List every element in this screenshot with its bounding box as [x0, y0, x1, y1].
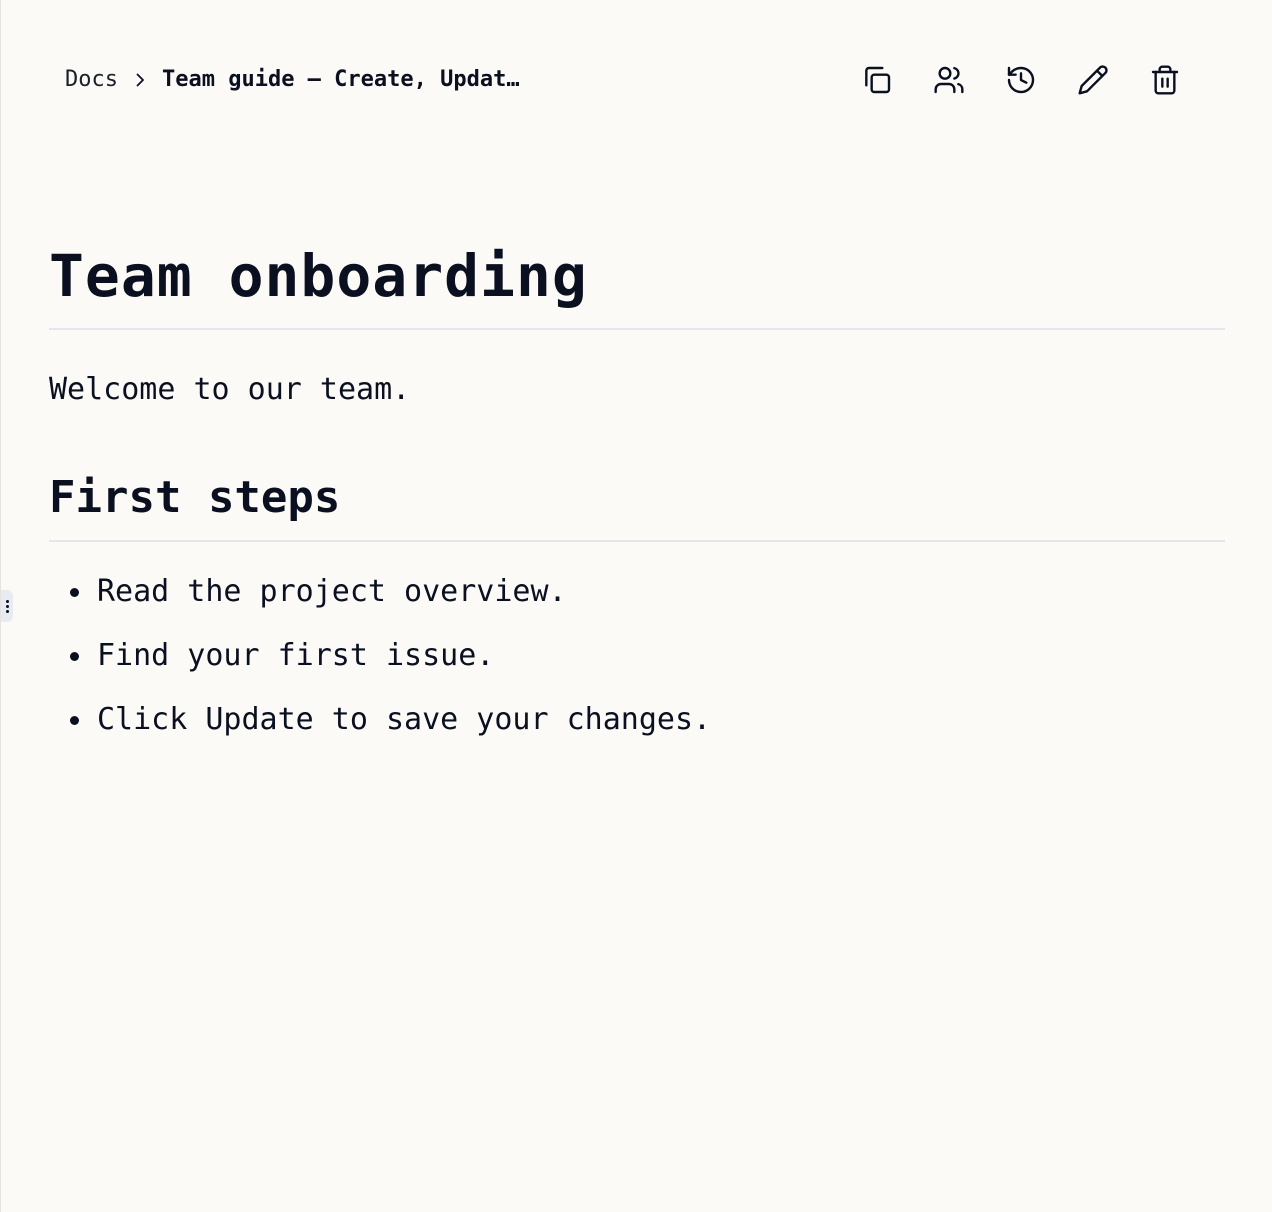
- top-bar: Docs Team guide — Create, Updat…: [1, 0, 1272, 160]
- breadcrumb-current-page: Team guide — Create, Updat…: [161, 67, 520, 92]
- intro-paragraph: Welcome to our team.: [49, 372, 411, 407]
- users-icon: [934, 66, 964, 94]
- chevron-right-icon: [118, 64, 162, 96]
- copy-icon: [865, 66, 891, 94]
- delete-button[interactable]: [1141, 56, 1189, 104]
- section-heading: First steps: [49, 470, 1225, 542]
- document-toolbar: [853, 56, 1189, 104]
- drag-dot: [5, 599, 9, 603]
- list-item: Read the project overview.: [70, 572, 1225, 612]
- pencil-icon: [1078, 65, 1108, 95]
- list-item: Click Update to save your changes.: [70, 700, 1225, 740]
- bullet-icon: [70, 588, 79, 597]
- drag-dot: [5, 609, 9, 613]
- bullet-icon: [70, 652, 79, 661]
- list-item-text: Click Update to save your changes.: [97, 702, 712, 737]
- list-item: Find your first issue.: [70, 636, 1225, 676]
- list-item-text: Find your first issue.: [97, 638, 495, 673]
- block-drag-handle[interactable]: [1, 590, 13, 622]
- history-icon: [1007, 66, 1035, 94]
- steps-list: Read the project overview. Find your fir…: [49, 572, 1225, 740]
- bullet-icon: [70, 716, 79, 725]
- edit-button[interactable]: [1069, 56, 1117, 104]
- trash-icon: [1151, 65, 1179, 95]
- breadcrumb-docs-link[interactable]: Docs: [65, 64, 118, 96]
- document-title: Team onboarding: [49, 232, 1225, 330]
- document-content: Team onboarding Welcome to our team. Fir…: [49, 232, 1225, 764]
- duplicate-button[interactable]: [853, 56, 901, 104]
- share-button[interactable]: [925, 56, 973, 104]
- list-item-text: Read the project overview.: [97, 574, 567, 609]
- drag-dot: [5, 604, 9, 608]
- breadcrumb: Docs Team guide — Create, Updat…: [65, 64, 520, 96]
- history-button[interactable]: [997, 56, 1045, 104]
